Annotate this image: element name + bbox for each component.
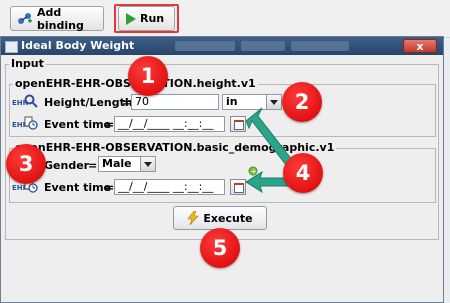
callout-3: 3: [6, 144, 46, 184]
callout-4: 4: [283, 153, 323, 193]
callout-5: 5: [200, 228, 240, 268]
svg-text:+: +: [251, 167, 258, 176]
callout-2: 2: [282, 82, 322, 122]
callout-1: 1: [128, 56, 168, 96]
